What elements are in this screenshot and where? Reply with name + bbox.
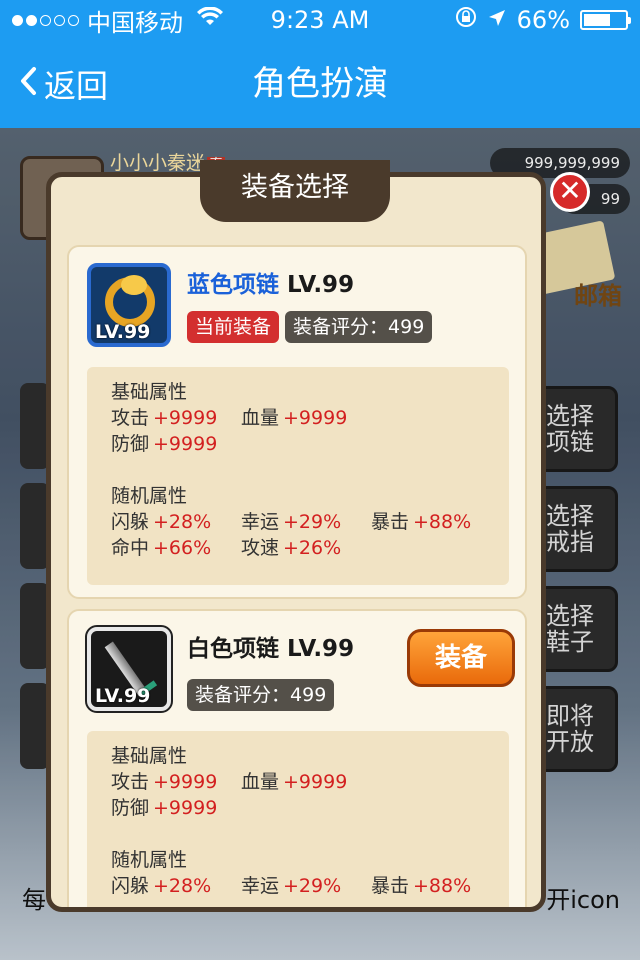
attribute-key: 闪躲 <box>111 511 150 533</box>
attribute: 血量 +9999 <box>241 769 371 795</box>
score-label: 装备评分： <box>195 684 291 706</box>
score-badge: 装备评分：499 <box>285 311 433 343</box>
attribute: 防御 +9999 <box>111 431 241 457</box>
attribute-row: 防御 +9999 <box>111 795 509 821</box>
attribute: 血量 +9999 <box>241 405 371 431</box>
score-label: 装备评分： <box>293 316 389 338</box>
modal-title: 装备选择 <box>200 160 390 222</box>
current-equipment-badge: 当前装备 <box>187 311 280 343</box>
page-title: 角色扮演 <box>252 64 388 104</box>
equip-button[interactable]: 装备 <box>407 629 515 687</box>
attribute-value: +29% <box>283 511 342 533</box>
item-name: 白色项链 LV.99 <box>187 629 354 663</box>
attribute-row: 闪躲 +28% 幸运 +29% 暴击 +88% <box>111 509 509 535</box>
attribute-key: 防御 <box>111 797 150 819</box>
item-level: LV.99 <box>287 636 355 662</box>
attribute-value: +26% <box>283 537 342 559</box>
item-name-text: 白色项链 <box>187 636 279 662</box>
nav-bar: 返回 角色扮演 <box>0 40 640 128</box>
attribute: 暴击 +88% <box>371 873 501 899</box>
item-name: 蓝色项链 LV.99 <box>187 265 354 299</box>
attribute-key: 暴击 <box>371 511 410 533</box>
attribute-value: +9999 <box>153 771 218 793</box>
item-name-text: 蓝色项链 <box>187 272 279 298</box>
base-attributes-title: 基础属性 <box>111 745 188 767</box>
attribute-value: +29% <box>283 875 342 897</box>
wifi-icon <box>197 6 223 33</box>
blue-necklace-icon[interactable]: LV.99 <box>87 263 171 347</box>
attribute-key: 闪躲 <box>111 875 150 897</box>
battery-fill <box>584 14 610 26</box>
carrier-name: 中国移动 <box>87 8 183 37</box>
signal-dot <box>40 14 51 26</box>
attribute-row: 防御 +9999 <box>111 431 509 457</box>
equipment-select-dialog: LV.99 蓝色项链 LV.99 当前装备 装备评分：499 基础属性 攻击 +99… <box>46 172 546 912</box>
signal-strength-icon <box>12 14 79 26</box>
score-badge: 装备评分：499 <box>187 679 335 711</box>
gem-shape <box>121 275 147 295</box>
attribute-key: 防御 <box>111 433 150 455</box>
signal-dot <box>68 14 79 26</box>
attribute: 闪躲 +28% <box>111 873 241 899</box>
attribute: 命中 +66% <box>111 535 241 561</box>
white-necklace-icon[interactable]: LV.99 <box>85 625 173 713</box>
attribute-value: +88% <box>413 511 472 533</box>
attribute-panel: 基础属性 攻击 +9999 血量 +9999 防御 +9999 随机属性 闪躲 +28%… <box>87 731 509 907</box>
status-bar: 中国移动 9:23 AM 66% <box>0 0 640 40</box>
attribute-panel: 基础属性 攻击 +9999 血量 +9999 防御 +9999 随机属性 闪躲 +28%… <box>87 367 509 585</box>
attribute-key: 幸运 <box>241 875 280 897</box>
score-value: 499 <box>290 684 327 706</box>
attribute-row: 攻击 +9999 血量 +9999 <box>111 769 509 795</box>
base-attributes-title: 基础属性 <box>111 381 188 403</box>
attribute-key: 攻击 <box>111 407 150 429</box>
icon-level: LV.99 <box>95 321 151 343</box>
signal-dot <box>26 14 37 26</box>
rotation-lock-icon <box>455 6 477 34</box>
attribute-key: 血量 <box>241 771 280 793</box>
icon-level: LV.99 <box>95 685 151 707</box>
badge-row: 当前装备 装备评分：499 <box>187 311 433 343</box>
signal-dot <box>12 14 23 26</box>
attribute: 暴击 +88% <box>371 509 501 535</box>
attribute-key: 暴击 <box>371 875 410 897</box>
attribute-value: +28% <box>153 511 212 533</box>
attribute-value: +88% <box>413 875 472 897</box>
attribute-key: 幸运 <box>241 511 280 533</box>
close-icon[interactable]: ✕ <box>550 172 590 212</box>
attribute-key: 攻击 <box>111 771 150 793</box>
attribute-value: +28% <box>153 875 212 897</box>
attribute-value: +9999 <box>153 407 218 429</box>
signal-dot <box>54 14 65 26</box>
location-icon <box>487 6 507 34</box>
attribute-value: +66% <box>153 537 212 559</box>
equipment-card: LV.99 蓝色项链 LV.99 当前装备 装备评分：499 基础属性 攻击 +99… <box>67 245 527 599</box>
attribute: 幸运 +29% <box>241 873 371 899</box>
score-value: 499 <box>388 316 425 338</box>
equipment-card: LV.99 白色项链 LV.99 装备评分：499 装备 基础属性 攻击 +9999… <box>67 609 527 907</box>
attribute-key: 血量 <box>241 407 280 429</box>
attribute-row: 攻击 +9999 血量 +9999 <box>111 405 509 431</box>
attribute-row: 闪躲 +28% 幸运 +29% 暴击 +88% <box>111 873 509 899</box>
random-attributes-title: 随机属性 <box>111 485 188 507</box>
attribute: 防御 +9999 <box>111 795 241 821</box>
attribute-value: +9999 <box>283 771 348 793</box>
attribute-value: +9999 <box>153 433 218 455</box>
random-attributes-title: 随机属性 <box>111 849 188 871</box>
attribute-key: 攻速 <box>241 537 280 559</box>
battery-icon <box>580 10 631 30</box>
battery-percent: 66% <box>516 6 570 34</box>
badge-row: 装备评分：499 <box>187 679 335 711</box>
attribute-value: +9999 <box>283 407 348 429</box>
attribute: 幸运 +29% <box>241 509 371 535</box>
attribute-value: +9999 <box>153 797 218 819</box>
attribute-row: 命中 +66% 攻速 +26% <box>111 535 509 561</box>
attribute-key: 命中 <box>111 537 150 559</box>
item-level: LV.99 <box>287 272 355 298</box>
attribute: 攻速 +26% <box>241 535 371 561</box>
attribute: 闪躲 +28% <box>111 509 241 535</box>
attribute: 攻击 +9999 <box>111 405 241 431</box>
attribute: 攻击 +9999 <box>111 769 241 795</box>
